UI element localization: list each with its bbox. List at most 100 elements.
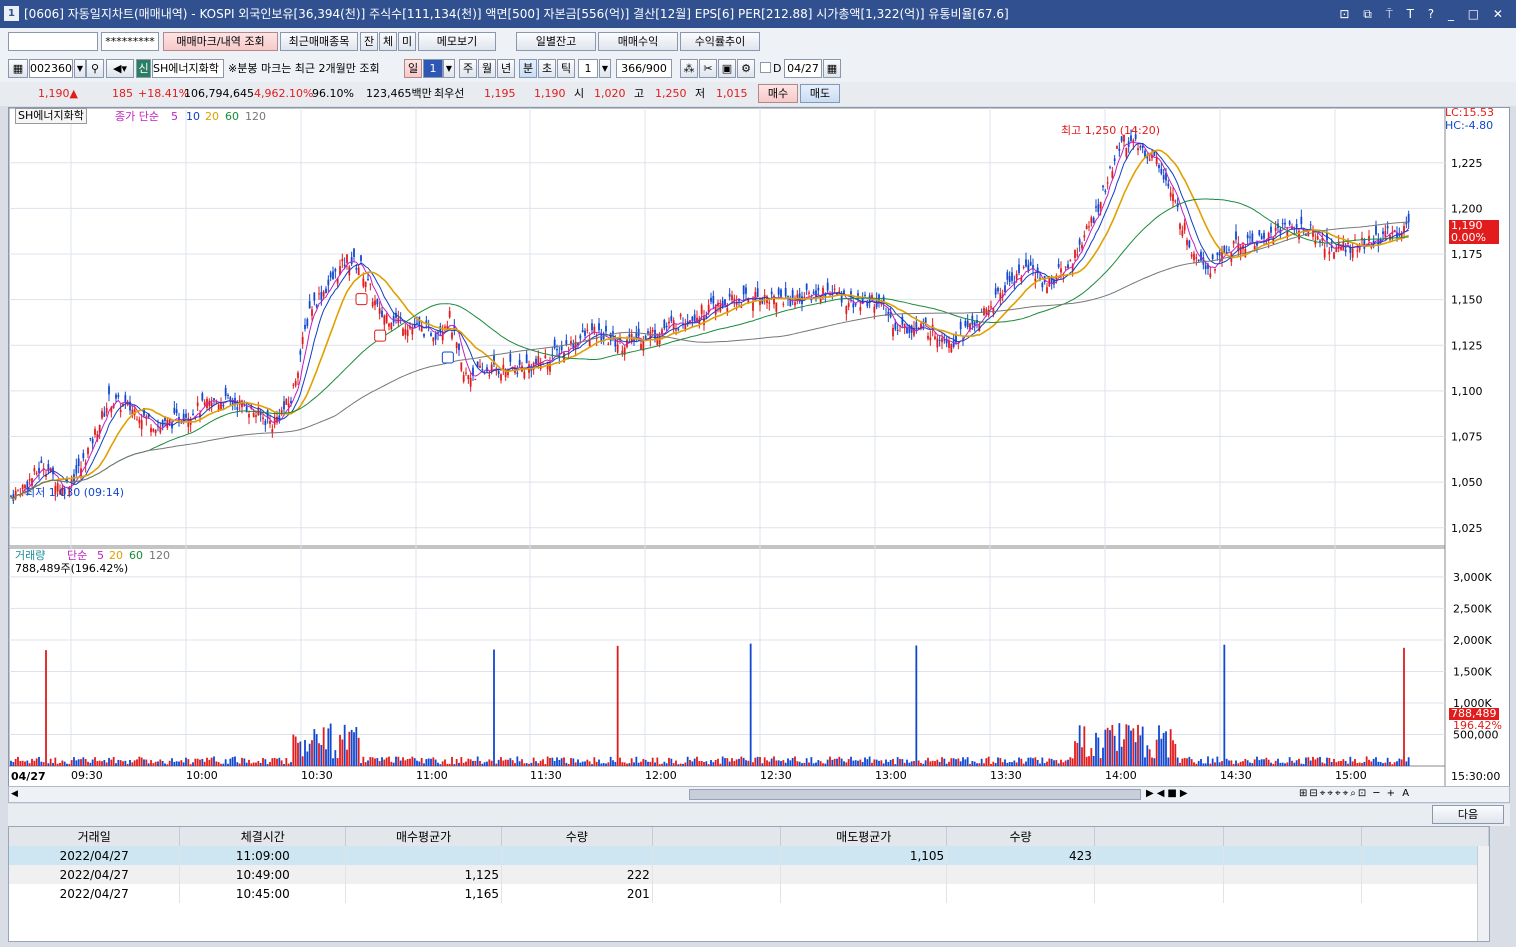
grid-col-header[interactable]	[1094, 827, 1224, 846]
next-button[interactable]: 다음	[1432, 805, 1504, 824]
period-value[interactable]: 1	[423, 59, 443, 78]
grid-col-header[interactable]: 거래일	[9, 827, 181, 846]
volume-bar	[45, 650, 47, 766]
volume-bar	[591, 764, 593, 766]
volume-bar	[777, 760, 780, 766]
candle-body	[1407, 213, 1410, 223]
grid-col-header[interactable]	[652, 827, 782, 846]
marking-query-button[interactable]: 매매마크/내역 조회	[163, 32, 278, 51]
search-icon[interactable]: ⚲	[86, 59, 104, 78]
mi-button[interactable]: 미	[398, 32, 416, 51]
code-dropdown-icon[interactable]: ▼	[74, 59, 86, 78]
volume-bar	[360, 763, 362, 766]
settings-b-icon[interactable]: ✂	[699, 59, 717, 78]
grid-col-header[interactable]: 체결시간	[179, 827, 347, 846]
memo-button[interactable]: 메모보기	[418, 32, 496, 51]
candle-body	[402, 328, 404, 336]
return-trend-button[interactable]: 수익률추이	[680, 32, 760, 51]
volume-bar	[1239, 761, 1242, 766]
sell-button[interactable]: 매도	[800, 84, 840, 103]
trade-profit-button[interactable]: 매매수익	[598, 32, 678, 51]
recent-trade-button[interactable]: 최근매매종목	[280, 32, 358, 51]
window-controls[interactable]: ⊡ ⧉ ⍑ T ? _ □ ✕	[1339, 0, 1508, 28]
period-tick-button[interactable]: 틱	[557, 59, 575, 78]
candle-body	[21, 485, 24, 490]
candle-body	[1083, 235, 1086, 238]
period-week-button[interactable]: 주	[459, 59, 477, 78]
volume-bar	[311, 740, 313, 766]
volume-bar	[87, 761, 89, 766]
volume-bar	[1172, 740, 1174, 766]
candle-body	[94, 428, 96, 435]
daily-balance-button[interactable]: 일별잔고	[516, 32, 596, 51]
stock-name-field[interactable]: SH에너지화학	[152, 59, 224, 78]
d-checkbox[interactable]	[760, 62, 771, 73]
chart-scrollbar[interactable]: ◀ ▶◀■▶ ⊞⊟⌖⌖⌖⌖⌕⊡ ─ + A	[8, 786, 1510, 803]
scroll-left-icon[interactable]: ◀	[11, 789, 18, 799]
period-day-button[interactable]: 일	[404, 59, 422, 78]
zoom-tools-icon[interactable]: ⊞⊟⌖⌖⌖⌖⌕⊡ ─ + A	[1299, 788, 1411, 799]
buy-button[interactable]: 매수	[758, 84, 798, 103]
table-cell: 10:45:00	[179, 884, 347, 903]
volume-bar	[465, 761, 467, 766]
volume-bar	[285, 758, 288, 766]
volume-bar	[1039, 763, 1041, 766]
interval-dropdown-icon[interactable]: ▼	[599, 59, 611, 78]
scroll-thumb[interactable]	[689, 789, 1141, 800]
gear-icon[interactable]: ⚙	[737, 59, 755, 78]
stock-code-input[interactable]: 002360	[29, 59, 73, 78]
candle-body	[1162, 175, 1165, 180]
period-second-button[interactable]: 초	[538, 59, 556, 78]
table-row[interactable]: 2022/04/27 11:09:00 1,105 423	[9, 846, 1489, 865]
price-volume-chart[interactable]: 09:30 10:00 10:30 11:00 11:30 12:00 12:30 13:00…	[8, 106, 1510, 788]
candle-body	[385, 314, 388, 323]
volume-bar	[819, 761, 822, 766]
playback-controls-icon[interactable]: ▶◀■▶	[1146, 788, 1191, 799]
password-field[interactable]: *********	[101, 32, 159, 51]
volume-bar	[861, 762, 864, 766]
calendar-icon[interactable]: ▦	[823, 59, 841, 78]
volume-bar	[353, 732, 355, 766]
interval-input[interactable]: 1	[578, 59, 598, 78]
table-row[interactable]: 2022/04/27 10:45:00 1,165 201	[9, 884, 1489, 903]
volume-bar	[66, 763, 68, 766]
volume-bar	[600, 763, 603, 766]
grid-col-header[interactable]	[1361, 827, 1489, 846]
speaker-icon[interactable]: ◀▾	[106, 59, 134, 78]
grid-col-header[interactable]: 수량	[501, 827, 653, 846]
jan-button[interactable]: 잔	[360, 32, 378, 51]
candle-body	[1169, 192, 1172, 197]
period-month-button[interactable]: 월	[478, 59, 496, 78]
candle-body	[847, 303, 850, 307]
volume-bar	[707, 764, 710, 766]
period-minute-button[interactable]: 분	[519, 59, 537, 78]
date-input[interactable]: 04/27	[784, 59, 822, 78]
volume-bar	[1020, 758, 1023, 766]
candle-body	[1125, 148, 1128, 157]
time-tick-label: 13:30	[990, 769, 1022, 782]
candle-body	[374, 300, 376, 306]
volume-bar	[325, 749, 327, 766]
save-icon[interactable]: ▣	[718, 59, 736, 78]
volume-bar	[689, 759, 691, 766]
grid-col-header[interactable]: 수량	[946, 827, 1095, 846]
volume-bar	[276, 758, 278, 766]
account-select[interactable]	[8, 32, 98, 51]
volume-bar	[1279, 762, 1282, 766]
settings-a-icon[interactable]: ⁂	[680, 59, 698, 78]
grid-col-header[interactable]	[1223, 827, 1363, 846]
grid-col-header[interactable]: 매수평균가	[345, 827, 502, 846]
grid-scrollbar[interactable]	[1477, 846, 1489, 941]
count-field[interactable]: 366/900	[616, 59, 672, 78]
candle-body	[353, 248, 355, 257]
volume-bar	[24, 761, 26, 766]
period-dropdown-icon[interactable]: ▼	[443, 59, 455, 78]
volume-bar	[262, 757, 264, 766]
chart-icon[interactable]: ▦	[8, 59, 28, 78]
period-year-button[interactable]: 년	[497, 59, 515, 78]
grid-col-header[interactable]: 매도평균가	[780, 827, 948, 846]
volume-bar	[411, 756, 414, 766]
volume-bar	[1295, 760, 1298, 766]
che-button[interactable]: 체	[379, 32, 397, 51]
table-row[interactable]: 2022/04/27 10:49:00 1,125 222	[9, 865, 1489, 884]
